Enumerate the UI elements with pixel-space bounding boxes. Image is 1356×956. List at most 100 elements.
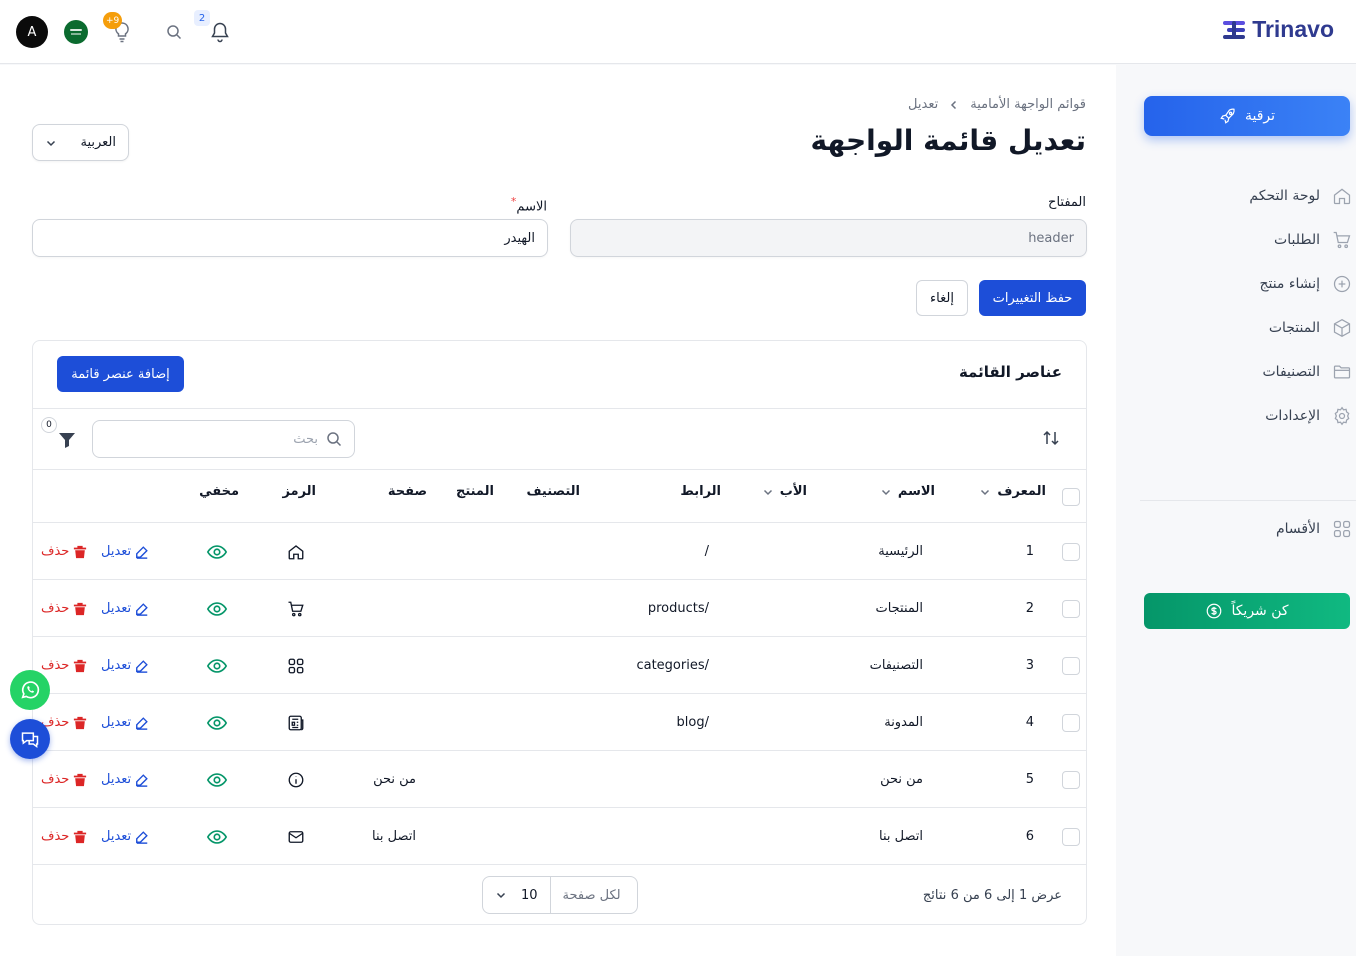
edit-label: تعديل xyxy=(101,715,132,730)
select-all-checkbox[interactable] xyxy=(1062,488,1080,506)
visible-eye-icon[interactable] xyxy=(206,694,228,751)
delete-label: حذف xyxy=(41,829,70,844)
edit-link[interactable]: تعديل xyxy=(101,829,149,844)
row-id: 5 xyxy=(1025,772,1034,787)
sidebar-item-settings[interactable]: الإعدادات xyxy=(1265,404,1352,428)
visible-eye-icon[interactable] xyxy=(206,808,228,865)
visible-eye-icon[interactable] xyxy=(206,523,228,580)
delete-link[interactable]: حذف xyxy=(41,658,87,673)
table-row: 2 المنتجات /products تعديل حذف xyxy=(33,579,1086,636)
visible-eye-icon[interactable] xyxy=(206,637,228,694)
column-header-page: صفحة xyxy=(387,484,427,499)
sidebar-item-label: التصنيفات xyxy=(1262,364,1321,380)
delete-label: حذف xyxy=(41,772,70,787)
name-field[interactable]: الهيدر xyxy=(32,219,548,257)
key-field[interactable]: header xyxy=(570,219,1087,257)
delete-link[interactable]: حذف xyxy=(41,715,87,730)
sidebar-item-products[interactable]: المنتجات xyxy=(1269,316,1352,340)
upgrade-button[interactable]: ترقية xyxy=(1144,96,1350,136)
search-placeholder: بحث xyxy=(293,431,318,447)
flag-emblem-icon xyxy=(70,29,82,35)
cart-icon xyxy=(1333,231,1351,249)
trash-icon xyxy=(74,716,87,729)
search-icon[interactable] xyxy=(166,24,182,40)
delete-link[interactable]: حذف xyxy=(41,772,87,787)
chevron-down-icon xyxy=(763,489,772,495)
sidebar-item-label: لوحة التحكم xyxy=(1249,188,1320,204)
row-name: اتصل بنا xyxy=(879,829,923,844)
name-field-value: الهيدر xyxy=(504,230,535,246)
save-changes-button[interactable]: حفظ التغييرات xyxy=(979,280,1086,316)
sort-icon[interactable] xyxy=(1042,429,1060,447)
bell-icon[interactable] xyxy=(210,21,230,43)
avatar-letter: A xyxy=(27,24,37,40)
sidebar-item-dashboard[interactable]: لوحة التحكم xyxy=(1249,184,1352,208)
row-checkbox[interactable] xyxy=(1062,770,1080,789)
saudi-flag-icon[interactable] xyxy=(64,20,88,44)
row-link: /blog xyxy=(676,715,709,730)
delete-link[interactable]: حذف xyxy=(41,829,87,844)
sidebar-item-sections[interactable]: الأقسام xyxy=(1276,517,1352,541)
edit-icon xyxy=(136,716,148,730)
language-select-value: العربية xyxy=(80,135,116,150)
row-checkbox[interactable] xyxy=(1062,656,1080,675)
sidebar-item-create-product[interactable]: إنشاء منتج xyxy=(1259,272,1352,296)
column-header-parent[interactable]: الأب xyxy=(762,484,807,499)
avatar[interactable]: A xyxy=(16,16,48,48)
become-partner-button[interactable]: كن شريكاً xyxy=(1144,593,1350,629)
filter-icon[interactable] xyxy=(57,430,77,450)
chevron-down-icon xyxy=(881,489,890,495)
sidebar-item-label: إنشاء منتج xyxy=(1259,276,1320,292)
delete-link[interactable]: حذف xyxy=(41,601,87,616)
edit-label: تعديل xyxy=(101,829,132,844)
page-title: تعديل قائمة الواجهة xyxy=(810,124,1086,157)
column-header-name[interactable]: الاسم xyxy=(880,484,935,499)
row-checkbox[interactable] xyxy=(1062,542,1080,561)
column-header-product: المنتج xyxy=(455,484,494,499)
edit-link[interactable]: تعديل xyxy=(101,601,149,616)
sidebar-item-categories[interactable]: التصنيفات xyxy=(1263,360,1353,384)
add-menu-item-button[interactable]: إضافة عنصر قائمة xyxy=(57,356,184,392)
table-row: 6 اتصل بنا اتصل بنا تعديل حذف xyxy=(33,807,1086,864)
per-page-label: لكل صفحة xyxy=(562,887,621,903)
breadcrumb-parent[interactable]: قوائم الواجهة الأمامية xyxy=(970,97,1086,112)
per-page-select[interactable]: 10 لكل صفحة xyxy=(482,876,638,914)
folder-icon xyxy=(1333,365,1351,379)
filter-count-badge: 0 xyxy=(41,417,57,433)
sidebar-item-orders[interactable]: الطلبات xyxy=(1274,228,1352,252)
dollar-circle-icon xyxy=(1207,603,1222,619)
delete-link[interactable]: حذف xyxy=(41,544,87,559)
edit-label: تعديل xyxy=(101,544,132,559)
cancel-button[interactable]: إلغاء xyxy=(916,280,968,316)
trash-icon xyxy=(74,602,87,615)
row-link: /categories xyxy=(636,658,709,673)
pagination-info: عرض 1 إلى 6 من 6 نتائج xyxy=(922,888,1062,903)
edit-link[interactable]: تعديل xyxy=(101,772,149,787)
per-page-value: 10 xyxy=(521,887,538,903)
divider xyxy=(33,469,1086,470)
row-name: المدونة xyxy=(884,715,923,730)
trash-icon xyxy=(74,830,87,843)
row-link: / xyxy=(704,544,709,559)
language-select[interactable]: العربية xyxy=(32,124,129,161)
visible-eye-icon[interactable] xyxy=(206,751,228,808)
visible-eye-icon[interactable] xyxy=(206,580,228,637)
card-title: عناصر القائمة xyxy=(958,363,1062,381)
row-id: 6 xyxy=(1025,829,1034,844)
logo[interactable]: Trinavo xyxy=(1222,16,1334,43)
breadcrumb-current: تعديل xyxy=(908,97,939,112)
edit-link[interactable]: تعديل xyxy=(101,658,149,673)
edit-link[interactable]: تعديل xyxy=(101,715,149,730)
row-name: من نحن xyxy=(880,772,923,787)
row-checkbox[interactable] xyxy=(1062,827,1080,846)
edit-link[interactable]: تعديل xyxy=(101,544,149,559)
search-input[interactable]: بحث xyxy=(92,420,355,458)
sidebar-item-label: الطلبات xyxy=(1274,232,1320,248)
whatsapp-button[interactable] xyxy=(10,670,50,710)
column-header-id[interactable]: المعرف xyxy=(979,484,1046,499)
chat-button[interactable] xyxy=(10,719,50,759)
row-checkbox[interactable] xyxy=(1062,599,1080,618)
trash-icon xyxy=(74,659,87,672)
row-link: /products xyxy=(647,601,709,616)
row-checkbox[interactable] xyxy=(1062,713,1080,732)
